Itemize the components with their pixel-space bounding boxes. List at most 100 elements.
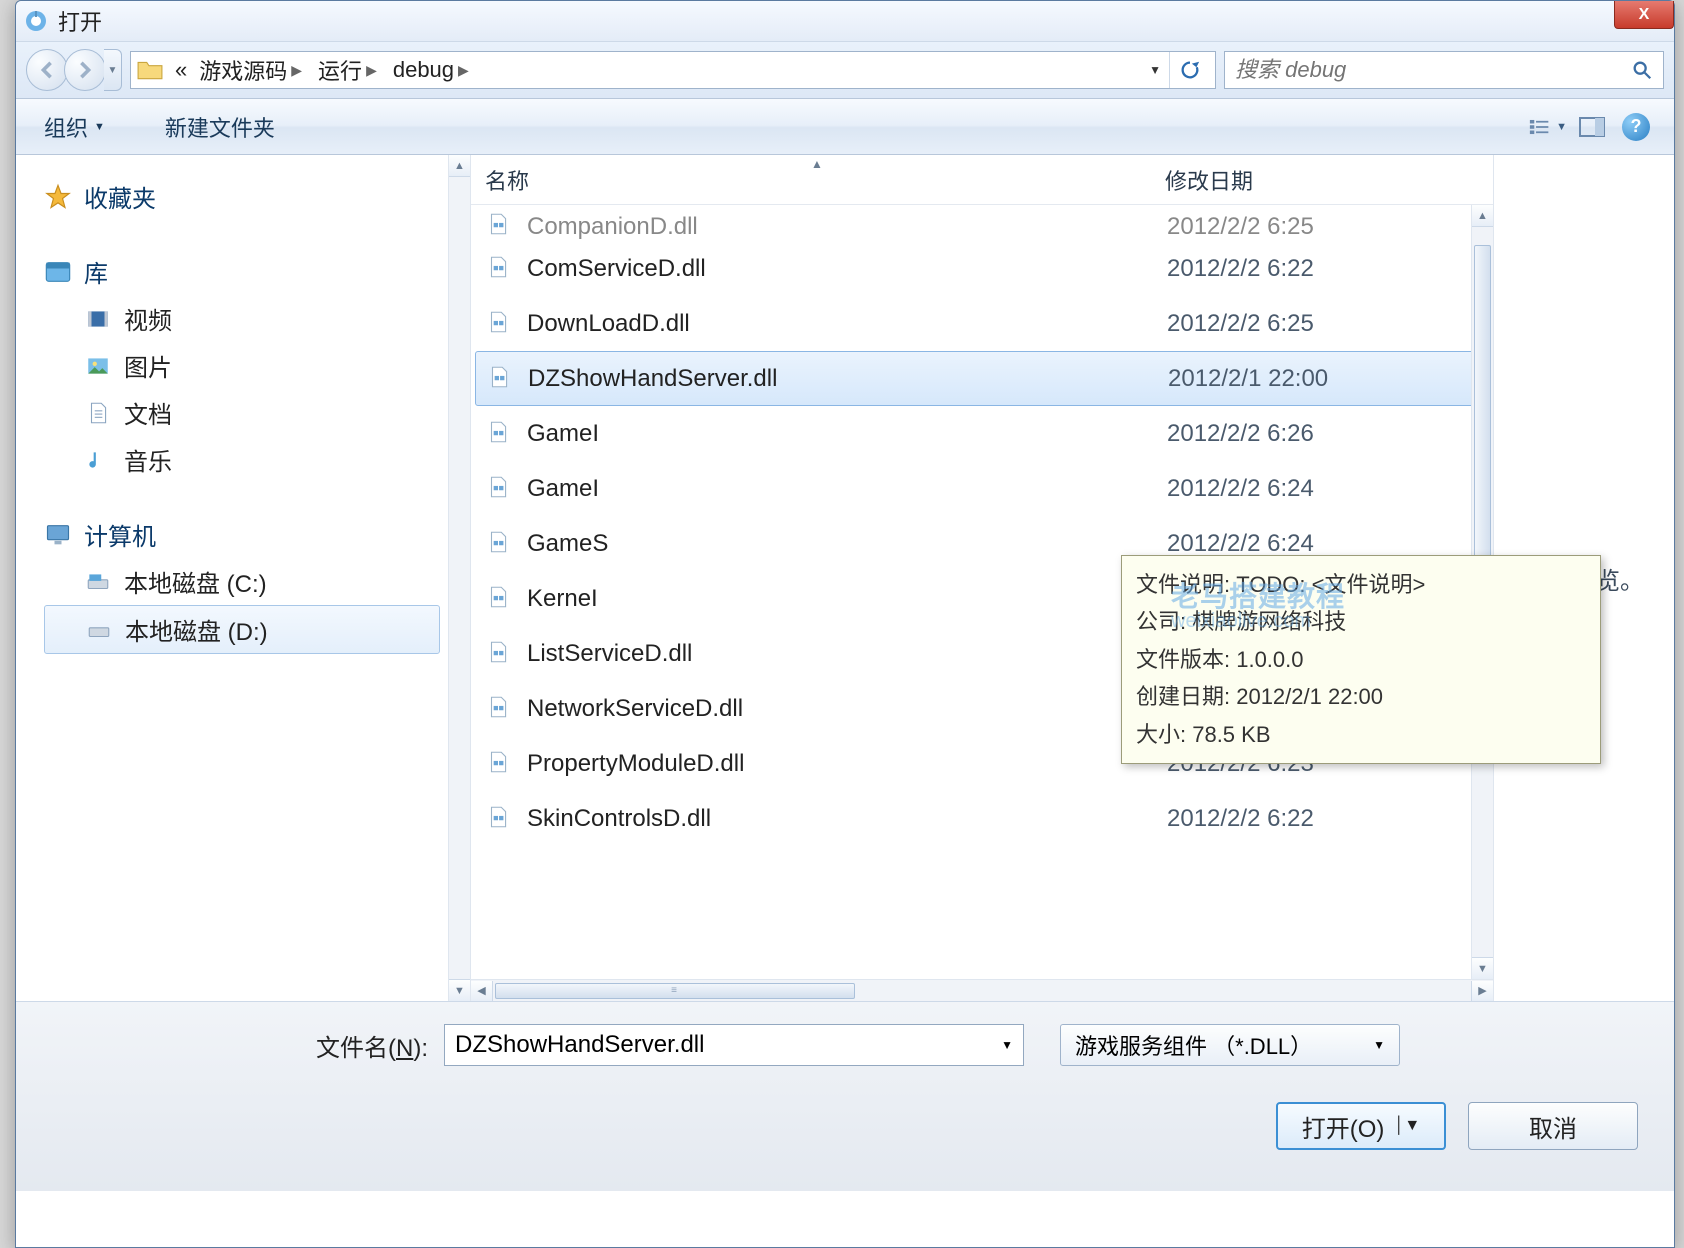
breadcrumb-2[interactable]: debug▶	[387, 57, 479, 83]
file-row[interactable]: GameI2012/2/2 6:24	[471, 461, 1493, 516]
scroll-down-icon[interactable]: ▼	[1472, 957, 1493, 979]
file-date: 2012/2/2 6:24	[1167, 530, 1314, 558]
open-button[interactable]: 打开(O) │▼	[1276, 1102, 1446, 1150]
refresh-button[interactable]	[1169, 52, 1209, 88]
back-button[interactable]	[26, 49, 68, 91]
file-name: NetworkServiceD.dll	[527, 695, 1167, 723]
scroll-right-icon[interactable]: ▶	[1471, 981, 1493, 1001]
dll-file-icon	[485, 529, 515, 559]
file-name: CompanionD.dll	[527, 213, 1167, 241]
dll-file-icon	[485, 474, 515, 504]
filetype-combobox[interactable]: 游戏服务组件 （*.DLL） ▼	[1060, 1024, 1400, 1066]
filetype-value: 游戏服务组件 （*.DLL）	[1075, 1029, 1312, 1061]
scroll-down-icon[interactable]: ▼	[449, 979, 470, 1001]
sidebar-drive-d[interactable]: 本地磁盘 (D:)	[44, 605, 440, 654]
toolbar: 组织▼ 新建文件夹 ▼ ?	[16, 99, 1674, 155]
dll-file-icon	[485, 309, 515, 339]
document-icon	[84, 399, 112, 427]
scroll-up-icon[interactable]: ▲	[1472, 205, 1493, 227]
forward-button[interactable]	[64, 49, 106, 91]
help-icon: ?	[1622, 113, 1650, 141]
close-button[interactable]: X	[1614, 1, 1674, 29]
dll-file-icon	[485, 694, 515, 724]
picture-icon	[84, 352, 112, 380]
search-input[interactable]	[1235, 57, 1631, 83]
scroll-left-icon[interactable]: ◀	[471, 981, 493, 1001]
sidebar-item-music[interactable]: 音乐	[44, 436, 470, 483]
file-name: GameS	[527, 530, 1167, 558]
file-date: 2012/2/2 6:24	[1167, 475, 1314, 503]
chevron-down-icon: ▼	[94, 121, 105, 133]
sidebar-libraries[interactable]: 库	[44, 248, 470, 295]
sidebar-item-documents[interactable]: 文档	[44, 389, 470, 436]
file-date: 2012/2/2 6:26	[1167, 420, 1314, 448]
horizontal-scrollbar[interactable]: ◀ ≡ ▶	[471, 979, 1493, 1001]
dll-file-icon	[485, 584, 515, 614]
chevron-right-icon: ▶	[458, 62, 469, 79]
file-row[interactable]: CompanionD.dll2012/2/2 6:25	[471, 205, 1493, 241]
chevron-right-icon: ▶	[291, 62, 302, 79]
file-row[interactable]: ComServiceD.dll2012/2/2 6:22	[471, 241, 1493, 296]
open-dialog: 打开 X ▼ « 游戏源码▶ 运行▶ debug▶ ▼	[15, 0, 1675, 1248]
file-name: ListServiceD.dll	[527, 640, 1167, 668]
file-name: GameI	[527, 475, 1167, 503]
file-row[interactable]: SkinControlsD.dll2012/2/2 6:22	[471, 791, 1493, 846]
organize-menu[interactable]: 组织▼	[34, 107, 115, 147]
search-box[interactable]	[1224, 51, 1664, 89]
sidebar-item-videos[interactable]: 视频	[44, 295, 470, 342]
sidebar-item-pictures[interactable]: 图片	[44, 342, 470, 389]
folder-icon	[137, 59, 163, 81]
file-tooltip: 文件说明: TODO: <文件说明> 公司: 棋牌游网络科技 文件版本: 1.0…	[1121, 555, 1601, 764]
column-name[interactable]: 名称	[485, 164, 1165, 196]
file-row[interactable]: DZShowHandServer.dll2012/2/1 22:00	[475, 351, 1489, 406]
view-mode-button[interactable]: ▼	[1528, 109, 1568, 145]
music-icon	[84, 446, 112, 474]
file-date: 2012/2/1 22:00	[1168, 365, 1328, 393]
column-date[interactable]: 修改日期	[1165, 164, 1493, 196]
breadcrumb-chevrons[interactable]: «	[169, 57, 193, 83]
address-dropdown[interactable]: ▼	[1141, 63, 1169, 77]
dialog-footer: 文件名(N): DZShowHandServer.dll ▼ 游戏服务组件 （*…	[16, 1001, 1674, 1191]
dll-file-icon	[485, 639, 515, 669]
chevron-right-icon: ▶	[366, 62, 377, 79]
sort-indicator-icon: ▲	[811, 157, 823, 171]
dll-file-icon	[485, 749, 515, 779]
scroll-thumb[interactable]: ≡	[495, 983, 855, 999]
sidebar-scrollbar[interactable]: ▲ ▼	[448, 155, 470, 1001]
nav-history-dropdown[interactable]: ▼	[104, 49, 122, 91]
column-headers[interactable]: ▲ 名称 修改日期	[471, 155, 1493, 205]
breadcrumb-0[interactable]: 游戏源码▶	[193, 54, 312, 86]
address-bar[interactable]: « 游戏源码▶ 运行▶ debug▶ ▼	[130, 51, 1216, 89]
cancel-button[interactable]: 取消	[1468, 1102, 1638, 1150]
preview-pane-button[interactable]	[1572, 109, 1612, 145]
drive-icon	[85, 616, 113, 644]
dll-file-icon	[485, 804, 515, 834]
star-icon	[44, 183, 72, 211]
titlebar[interactable]: 打开 X	[16, 1, 1674, 41]
new-folder-button[interactable]: 新建文件夹	[155, 107, 285, 147]
dll-file-icon	[485, 254, 515, 284]
file-date: 2012/2/2 6:25	[1167, 213, 1314, 241]
app-icon	[24, 9, 48, 33]
file-name: DZShowHandServer.dll	[528, 365, 1168, 393]
filename-combobox[interactable]: DZShowHandServer.dll ▼	[444, 1024, 1024, 1066]
sidebar-computer[interactable]: 计算机	[44, 511, 470, 558]
file-row[interactable]: GameI2012/2/2 6:26	[471, 406, 1493, 461]
file-date: 2012/2/2 6:22	[1167, 255, 1314, 283]
nav-row: ▼ « 游戏源码▶ 运行▶ debug▶ ▼	[16, 41, 1674, 99]
nav-buttons: ▼	[26, 49, 122, 91]
file-date: 2012/2/2 6:22	[1167, 805, 1314, 833]
close-icon: X	[1639, 6, 1650, 24]
video-icon	[84, 305, 112, 333]
file-name: PropertyModuleD.dll	[527, 750, 1167, 778]
help-button[interactable]: ?	[1616, 109, 1656, 145]
breadcrumb-1[interactable]: 运行▶	[312, 54, 387, 86]
sidebar-drive-c[interactable]: 本地磁盘 (C:)	[44, 558, 470, 605]
scroll-up-icon[interactable]: ▲	[449, 155, 470, 177]
computer-icon	[44, 521, 72, 549]
sidebar-favorites[interactable]: 收藏夹	[44, 173, 470, 220]
search-icon[interactable]	[1631, 59, 1653, 81]
file-name: DownLoadD.dll	[527, 310, 1167, 338]
sidebar: 收藏夹 库 视频 图片 文档 音乐 计算机	[16, 155, 471, 1001]
file-row[interactable]: DownLoadD.dll2012/2/2 6:25	[471, 296, 1493, 351]
